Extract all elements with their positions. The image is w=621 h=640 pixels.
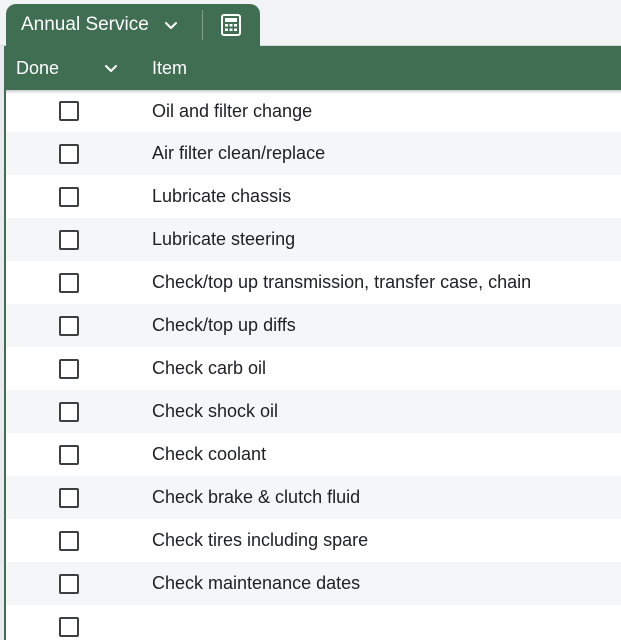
item-cell[interactable]: Check/top up diffs — [144, 315, 296, 336]
item-cell[interactable]: Air filter clean/replace — [144, 143, 325, 164]
calculator-button[interactable] — [203, 4, 259, 46]
item-cell[interactable]: Check shock oil — [144, 401, 278, 422]
done-checkbox[interactable] — [59, 229, 79, 250]
done-checkbox[interactable] — [59, 401, 79, 422]
table-row: Check coolant — [6, 433, 621, 476]
chevron-down-icon — [105, 65, 118, 72]
sheet-view: Annual Service Done Item Oil and filter … — [0, 0, 621, 640]
item-cell[interactable]: Check/top up transmission, transfer case… — [144, 272, 531, 293]
done-cell — [6, 229, 144, 250]
column-header-item[interactable]: Item — [148, 58, 187, 79]
done-cell — [6, 272, 144, 293]
tab-bar: Annual Service — [0, 0, 621, 46]
item-cell[interactable]: Lubricate steering — [144, 229, 295, 250]
done-cell — [6, 101, 144, 121]
done-cell — [6, 487, 144, 508]
chevron-down-icon — [164, 22, 177, 29]
done-checkbox[interactable] — [59, 358, 79, 379]
table-row: Check brake & clutch fluid — [6, 476, 621, 519]
table-tab: Annual Service — [6, 4, 260, 46]
item-cell[interactable]: Check carb oil — [144, 358, 266, 379]
done-cell — [6, 616, 144, 637]
item-cell[interactable]: Lubricate chassis — [144, 186, 291, 207]
done-checkbox[interactable] — [59, 272, 79, 293]
table-row: Check/top up diffs — [6, 304, 621, 347]
item-cell[interactable]: Check maintenance dates — [144, 573, 360, 594]
table-row: Check maintenance dates — [6, 562, 621, 605]
table-header: Done Item — [4, 46, 621, 90]
table-row: Check carb oil — [6, 347, 621, 390]
done-cell — [6, 401, 144, 422]
done-checkbox[interactable] — [59, 315, 79, 336]
item-cell[interactable]: Check tires including spare — [144, 530, 368, 551]
done-checkbox[interactable] — [59, 444, 79, 465]
done-cell — [6, 186, 144, 207]
done-checkbox[interactable] — [59, 616, 79, 637]
done-cell — [6, 573, 144, 594]
table-row: Check tires including spare — [6, 519, 621, 562]
calculator-icon — [221, 14, 241, 36]
done-checkbox[interactable] — [59, 530, 79, 551]
table-row: Oil and filter change — [6, 90, 621, 132]
header-shadow — [6, 90, 621, 94]
table-tab-menu[interactable]: Annual Service — [6, 4, 202, 46]
done-cell — [6, 530, 144, 551]
table-row — [6, 605, 621, 640]
table-tab-title: Annual Service — [21, 14, 149, 35]
table-body: Oil and filter change Air filter clean/re… — [6, 90, 621, 640]
table-row: Air filter clean/replace — [6, 132, 621, 175]
done-checkbox[interactable] — [59, 573, 79, 594]
done-checkbox[interactable] — [59, 143, 79, 164]
table-row: Check shock oil — [6, 390, 621, 433]
done-checkbox[interactable] — [59, 186, 79, 207]
item-cell[interactable]: Oil and filter change — [144, 101, 312, 122]
column-header-done-label: Done — [16, 57, 60, 78]
item-cell[interactable]: Check coolant — [144, 444, 266, 465]
done-checkbox[interactable] — [59, 487, 79, 508]
done-checkbox[interactable] — [59, 101, 79, 121]
done-cell — [6, 315, 144, 336]
table-row: Check/top up transmission, transfer case… — [6, 261, 621, 304]
done-cell — [6, 444, 144, 465]
table-row: Lubricate chassis — [6, 175, 621, 218]
table-row: Lubricate steering — [6, 218, 621, 261]
column-header-done[interactable]: Done — [4, 58, 148, 79]
item-cell[interactable]: Check brake & clutch fluid — [144, 487, 360, 508]
done-cell — [6, 143, 144, 164]
done-cell — [6, 358, 144, 379]
